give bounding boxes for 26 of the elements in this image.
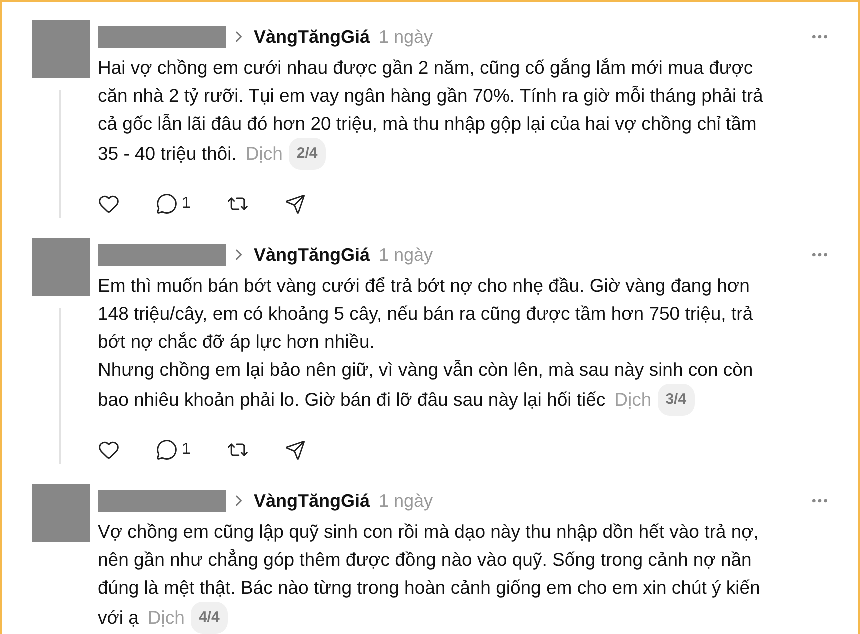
timestamp: 1 ngày bbox=[379, 490, 434, 512]
post-text: 148 triệu/cây, em có khoảng 5 cây, nếu bán ra cũng được tầm hơn 750 triệu, trả bbox=[98, 302, 754, 326]
post-text: cả gốc lẫn lãi đâu đó hơn 20 triệu, mà thu nhập gộp lại của hai vợ chồng chỉ tầm bbox=[98, 112, 758, 136]
username[interactable]: VàngTăngGiá bbox=[254, 26, 370, 48]
post-text: Nhưng chồng em lại bảo nên giữ, vì vàng vẫn còn lên, mà sau này sinh con còn bbox=[98, 358, 754, 382]
post-text: Hai vợ chồng em cưới nhau được gần 2 năm, cũng cố gắng lắm mới mua được bbox=[98, 56, 754, 80]
page-counter: 2/4 bbox=[288, 138, 326, 170]
share-button[interactable] bbox=[284, 194, 306, 214]
post-text: bớt nợ chắc đỡ áp lực hơn nhiều. bbox=[98, 330, 376, 354]
page-counter: 3/4 bbox=[658, 384, 695, 416]
post-text: Vợ chồng em cũng lập quỹ sinh con rồi mà dạo này thu nhập dồn hết vào trả nợ, bbox=[98, 520, 760, 544]
username[interactable]: VàngTăngGiá bbox=[254, 244, 370, 266]
post-text: bao nhiêu khoản phải lo. Giờ bán đi lỡ đâu sau này lại hối tiếc bbox=[98, 388, 606, 412]
timestamp: 1 ngày bbox=[379, 244, 434, 266]
post-text: căn nhà 2 tỷ rưỡi. Tụi em vay ngân hàng gần 70%. Tính ra giờ mỗi tháng phải trả bbox=[98, 84, 764, 108]
post-text: với ạ bbox=[98, 606, 139, 630]
post-text: đúng là mệt thật. Bác nào từng trong hoàn cảnh giống em cho em xin chút ý kiến bbox=[98, 576, 762, 600]
post-text: nên gần như chẳng góp thêm được đồng nào vào quỹ. Sống trong cảnh nợ nần bbox=[98, 548, 753, 572]
post-text: 35 - 40 triệu thôi. bbox=[98, 142, 237, 166]
page-counter: 4/4 bbox=[190, 602, 228, 634]
timestamp: 1 ngày bbox=[379, 26, 434, 48]
like-button[interactable] bbox=[98, 193, 120, 215]
username[interactable]: VàngTăngGiá bbox=[254, 490, 370, 512]
share-button[interactable] bbox=[284, 440, 306, 460]
post-text: Em thì muốn bán bớt vàng cưới để trả bớt nợ cho nhẹ đầu. Giờ vàng đang hơn bbox=[98, 274, 751, 298]
like-button[interactable] bbox=[98, 439, 120, 461]
